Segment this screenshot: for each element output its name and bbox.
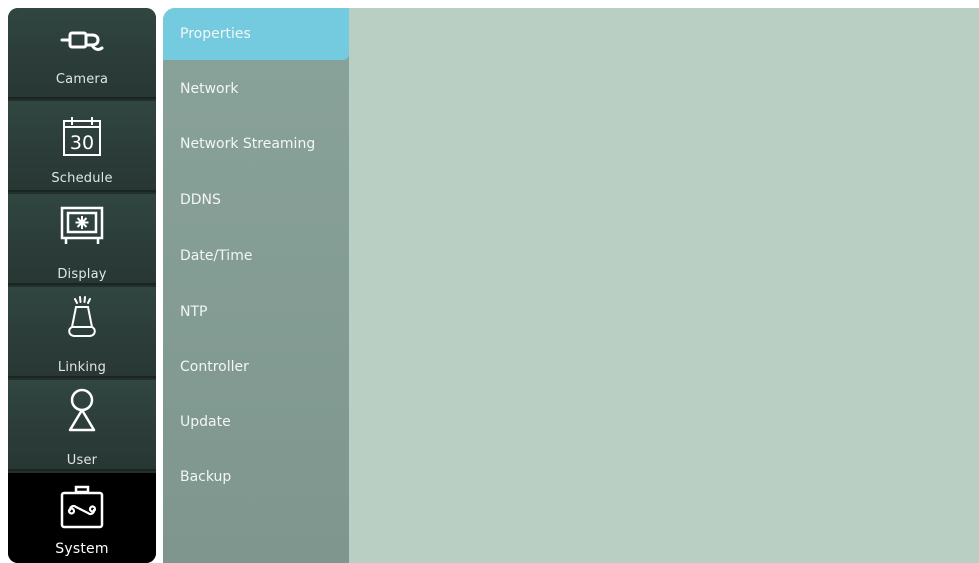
nav-user-label: User (66, 453, 98, 468)
submenu-backup[interactable]: Backup (163, 451, 349, 503)
category-sidebar: Camera 30 Schedule Display Linking User … (8, 8, 156, 563)
submenu-update[interactable]: Update (163, 396, 349, 448)
nav-camera-label: Camera (55, 72, 109, 87)
user-icon (52, 388, 112, 432)
submenu-ntp[interactable]: NTP (163, 286, 349, 338)
submenu-controller[interactable]: Controller (163, 341, 349, 393)
system-submenu: Properties Network Network Streaming DDN… (163, 8, 349, 563)
svg-text:30: 30 (70, 132, 94, 154)
nav-system-label: System (55, 541, 109, 557)
nav-display[interactable]: Display (8, 194, 156, 285)
submenu-network[interactable]: Network (163, 63, 349, 115)
display-icon (52, 204, 112, 248)
nav-schedule[interactable]: 30 Schedule (8, 101, 156, 192)
calendar-icon: 30 (52, 115, 112, 159)
camera-plug-icon (52, 18, 112, 62)
content-area (349, 8, 979, 563)
nav-schedule-label: Schedule (51, 171, 113, 186)
submenu-ddns[interactable]: DDNS (163, 174, 349, 226)
nav-display-label: Display (57, 267, 107, 282)
alarm-light-icon (52, 295, 112, 339)
nav-user[interactable]: User (8, 380, 156, 471)
submenu-properties[interactable]: Properties (163, 8, 349, 60)
nav-camera[interactable]: Camera (8, 8, 156, 99)
submenu-network-streaming[interactable]: Network Streaming (163, 118, 349, 170)
toolbox-icon (52, 485, 112, 529)
nav-linking-label: Linking (57, 360, 107, 375)
nav-linking[interactable]: Linking (8, 287, 156, 378)
nav-system[interactable]: System (8, 473, 156, 563)
submenu-date-time[interactable]: Date/Time (163, 230, 349, 282)
